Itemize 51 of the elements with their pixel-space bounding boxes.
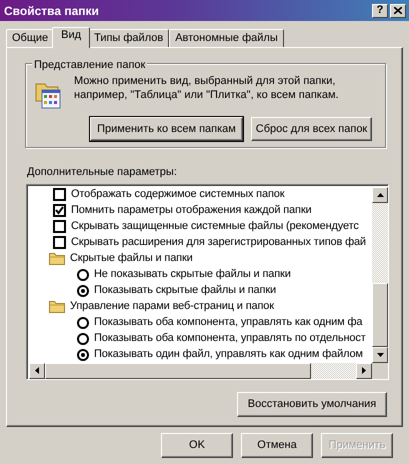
radio-button[interactable] [77, 332, 89, 344]
folder-icon [49, 300, 65, 313]
description-text: Можно применить вид, выбранный для этой папки, например, "Таблица" или "Плитка", ко всем папкам. [74, 74, 340, 103]
radio-button[interactable] [77, 348, 89, 360]
option-label: Показывать оба компонента, управлять как одним фа [94, 315, 362, 330]
option-label: Показывать один файл, управлять как одним файлом [94, 347, 363, 362]
horizontal-scrollbar[interactable] [29, 362, 372, 378]
option-label: Не показывать скрытые файлы и папки [94, 267, 291, 282]
option-label: Отображать содержимое системных папок [71, 187, 284, 202]
tab[interactable]: Типы файлов [88, 29, 170, 47]
tab[interactable]: Вид [52, 27, 90, 48]
checkbox[interactable] [53, 204, 66, 217]
scroll-up-button[interactable] [372, 186, 388, 202]
close-icon [394, 7, 402, 14]
button[interactable]: Сброс для всех папок [251, 117, 372, 141]
window-title: Свойства папки [4, 2, 100, 20]
tab[interactable]: Автономные файлы [169, 29, 284, 47]
option-label: Скрывать защищенные системные файлы (рекомендуетс [71, 219, 359, 234]
button[interactable]: OK [161, 433, 233, 458]
checkbox[interactable] [53, 220, 66, 233]
arrow-left-icon [35, 367, 39, 374]
option-label: Помнить параметры отображения каждой папки [71, 203, 312, 218]
scroll-right-button[interactable] [356, 362, 372, 378]
checkbox[interactable] [53, 236, 66, 249]
button[interactable]: Применить ко всем папкам [90, 117, 243, 141]
group-label: Скрытые файлы и папки [70, 251, 193, 266]
option-label: Скрывать расширения для зарегистрированных типов фай [71, 235, 366, 250]
scroll-thumb[interactable] [372, 282, 388, 346]
scroll-left-button[interactable] [29, 362, 45, 378]
folder-icon [49, 252, 65, 265]
tab[interactable]: Общие [6, 29, 54, 47]
close-button[interactable] [390, 4, 406, 18]
radio-button[interactable] [77, 268, 89, 280]
scrollbar-corner [372, 362, 388, 378]
radio-button[interactable] [77, 284, 89, 296]
option-label: Показывать оба компонента, управлять по отдельност [94, 331, 366, 346]
restore-defaults-button[interactable]: Восстановить умолчания [237, 392, 387, 416]
vertical-scrollbar[interactable] [372, 186, 388, 362]
help-button[interactable]: ? [372, 4, 388, 18]
group-title: Представление папок [32, 57, 148, 74]
checkbox[interactable] [53, 188, 66, 201]
button[interactable]: Отмена [241, 433, 313, 458]
arrow-right-icon [362, 367, 366, 374]
scroll-thumb[interactable] [45, 362, 311, 378]
arrow-up-icon [376, 192, 384, 196]
section-label: Дополнительные параметры: [27, 165, 178, 180]
arrow-down-icon [376, 352, 384, 356]
option-label: Показывать скрытые файлы и папки [94, 283, 276, 298]
scroll-down-button[interactable] [372, 346, 388, 362]
radio-button[interactable] [77, 316, 89, 328]
group-label: Управление парами веб-страниц и папок [70, 299, 274, 314]
